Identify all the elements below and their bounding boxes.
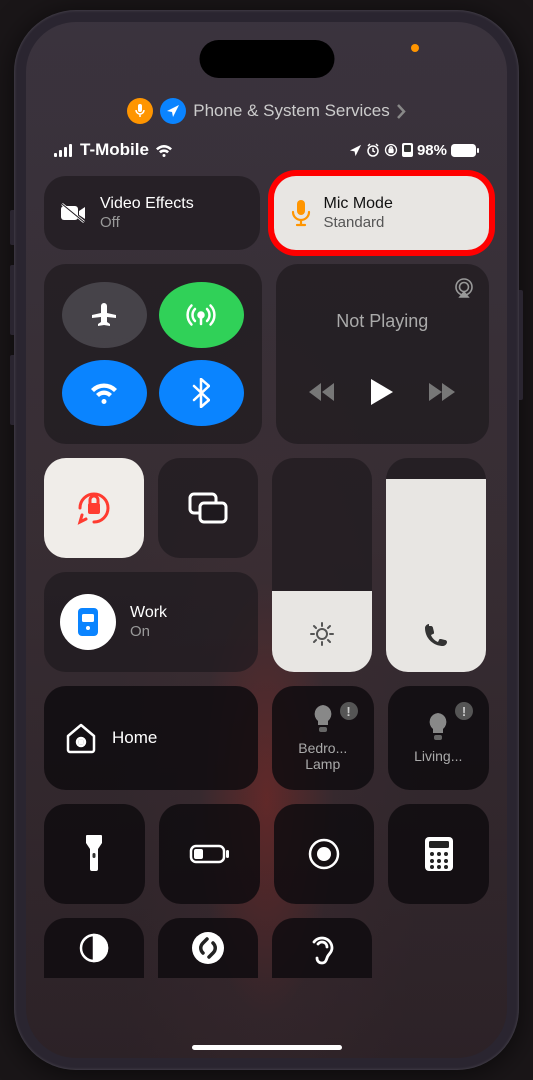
connectivity-group[interactable] [44, 264, 262, 444]
alert-badge-icon: ! [455, 702, 473, 720]
play-button[interactable] [371, 379, 393, 405]
bulb-icon [312, 704, 334, 734]
chevron-right-icon [397, 104, 406, 119]
status-bar: T-Mobile 98% [26, 124, 507, 168]
wifi-icon [155, 144, 173, 157]
home-app-button[interactable]: Home [44, 686, 258, 790]
control-center-screen: Phone & System Services T-Mobile 98 [26, 22, 507, 1058]
shortcut-icon [402, 143, 413, 157]
calculator-button[interactable] [388, 804, 489, 904]
focus-sub: On [130, 623, 167, 640]
media-player-tile[interactable]: Not Playing [276, 264, 490, 444]
brightness-icon [308, 620, 336, 648]
battery-percent: 98% [417, 142, 447, 159]
flashlight-button[interactable] [44, 804, 145, 904]
location-indicator-icon [160, 98, 186, 124]
focus-button[interactable]: Work On [44, 572, 258, 672]
device-bedroom-lamp-button[interactable]: ! Bedro... Lamp [272, 686, 374, 790]
mic-icon [290, 199, 312, 227]
focus-work-icon [60, 594, 116, 650]
focus-title: Work [130, 604, 167, 622]
volume-slider[interactable] [386, 458, 486, 672]
alert-badge-icon: ! [340, 702, 358, 720]
home-indicator[interactable] [192, 1045, 342, 1050]
device-label-1: Bedro... [298, 740, 347, 756]
home-icon [64, 722, 98, 754]
signal-icon [54, 144, 74, 157]
hearing-button[interactable] [272, 918, 372, 978]
bluetooth-button[interactable] [159, 360, 244, 426]
lock-rotation-status-icon [384, 143, 398, 157]
camera-off-icon [60, 202, 88, 224]
media-title: Not Playing [336, 311, 428, 332]
wifi-button[interactable] [62, 360, 147, 426]
video-effects-button[interactable]: Video Effects Off [44, 176, 260, 250]
mic-indicator-icon [127, 98, 153, 124]
location-status-icon [349, 144, 362, 157]
next-track-button[interactable] [429, 383, 455, 401]
low-power-mode-button[interactable] [159, 804, 260, 904]
device-label-1: Living... [414, 748, 462, 764]
brightness-slider[interactable] [272, 458, 372, 672]
device-label-2: Lamp [298, 756, 347, 772]
device-living-button[interactable]: ! Living... [388, 686, 490, 790]
video-effects-title: Video Effects [100, 195, 194, 213]
mic-mode-title: Mic Mode [324, 195, 393, 213]
privacy-banner-label: Phone & System Services [193, 101, 390, 121]
dynamic-island[interactable] [199, 40, 334, 78]
dark-mode-button[interactable] [44, 918, 144, 978]
alarm-icon [366, 143, 380, 157]
battery-icon [451, 144, 479, 157]
mic-mode-sub: Standard [324, 214, 393, 231]
airplane-mode-button[interactable] [62, 282, 147, 348]
bulb-icon [427, 712, 449, 742]
home-label: Home [112, 728, 157, 748]
phone-icon [423, 622, 449, 648]
mic-mode-button[interactable]: Mic Mode Standard [274, 176, 490, 250]
carrier-label: T-Mobile [80, 140, 149, 160]
screen-record-button[interactable] [274, 804, 375, 904]
orientation-lock-button[interactable] [44, 458, 144, 558]
previous-track-button[interactable] [309, 383, 335, 401]
video-effects-sub: Off [100, 214, 194, 231]
cellular-data-button[interactable] [159, 282, 244, 348]
screen-mirroring-button[interactable] [158, 458, 258, 558]
airplay-icon[interactable] [453, 278, 475, 298]
shazam-button[interactable] [158, 918, 258, 978]
phone-frame: Phone & System Services T-Mobile 98 [14, 10, 519, 1070]
privacy-indicator-dot [411, 44, 419, 52]
privacy-banner[interactable]: Phone & System Services [26, 98, 507, 124]
